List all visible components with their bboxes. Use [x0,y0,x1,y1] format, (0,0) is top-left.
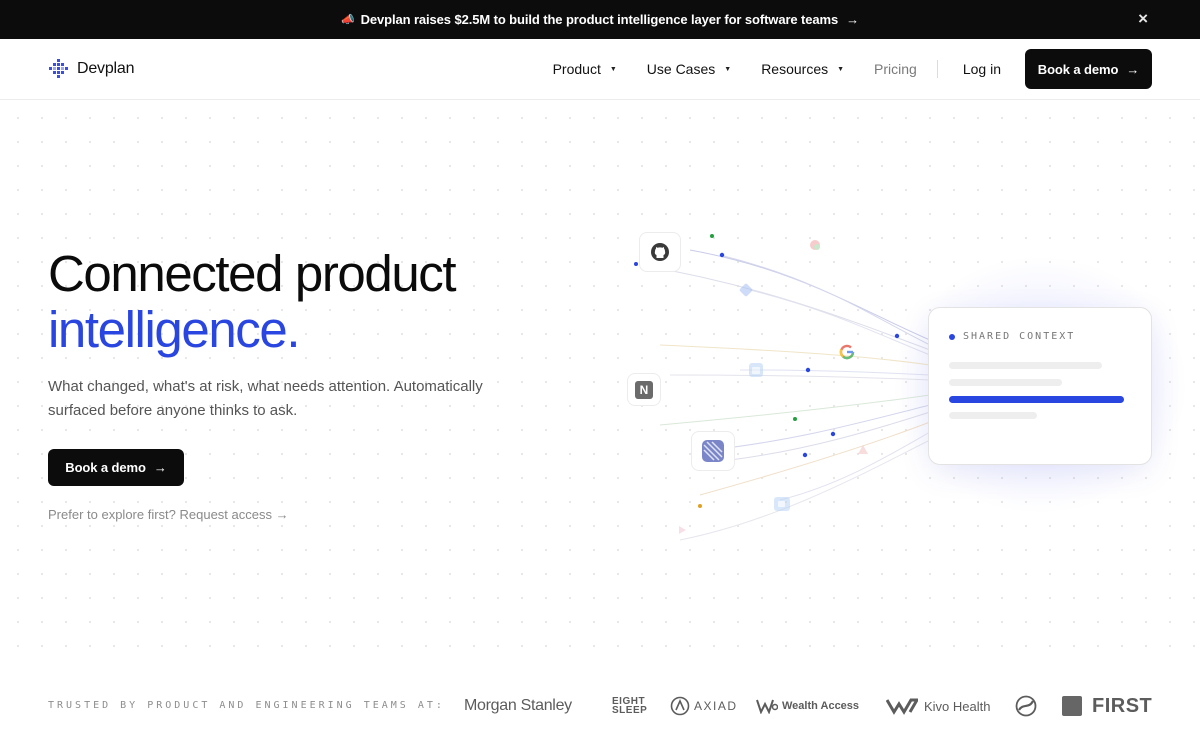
wealth-access-logo: Wealth Access [756,690,859,722]
nav-divider [936,60,938,78]
chevron-down-icon: ▼ [609,65,617,73]
placeholder-line [949,412,1037,419]
drive-icon [679,526,686,534]
axiad-logo: AXIAD [670,690,738,722]
nav-item-label: Use Cases [646,61,716,77]
figma-icon [810,240,820,250]
shared-context-card: SHARED CONTEXT [928,307,1152,465]
hero-book-demo-button[interactable]: Book a demo → [48,449,184,486]
morgan-stanley-logo: Morgan Stanley [464,697,572,714]
chevron-down-icon: ▼ [837,65,845,73]
nav-links: Product ▼ Use Cases ▼ Resources ▼ Pricin… [553,49,1152,89]
slack-icon [858,445,868,454]
nav-item-label: Product [552,61,601,77]
nav-item-label: Resources [761,61,829,77]
close-announcement-button[interactable]: × [1138,10,1148,27]
kivo-health-text: Kivo Health [924,698,991,714]
brand-name: Devplan [77,60,135,77]
request-access-link[interactable]: Prefer to explore first? Request access … [48,507,289,522]
nav-item-pricing[interactable]: Pricing [874,61,917,77]
google-icon [839,344,855,360]
wealth-access-text: Wealth Access [782,700,860,712]
first-square-icon [1062,696,1082,716]
calendar-icon [749,363,763,377]
eight-sleep-line-2: SLEEP [612,705,648,716]
axiad-text: AXIAD [694,699,738,713]
trusted-by-label: TRUSTED BY PRODUCT AND ENGINEERING TEAMS… [48,700,445,711]
linear-tile [691,431,735,471]
axiad-mark-icon [670,696,690,716]
first-logo: FIRST [1062,690,1152,722]
book-demo-button[interactable]: Book a demo → [1025,49,1152,89]
placeholder-line [949,379,1062,386]
kivo-health-logo: Kivo Health [886,690,990,722]
nav-item-use-cases[interactable]: Use Cases ▼ [647,61,731,77]
login-link[interactable]: Log in [963,61,1001,77]
brand-logo[interactable]: Devplan [48,59,135,79]
eight-sleep-logo: EIGHT SLEEP [612,690,647,722]
shared-context-label: SHARED CONTEXT [963,331,1076,342]
announcement-text[interactable]: Devplan raises $2.5M to build the produc… [361,12,839,27]
arrow-right-icon: → [153,460,167,475]
zoom-icon [774,497,790,511]
placeholder-line [949,362,1102,369]
circle-swirl-icon [1015,695,1037,717]
kivo-mark-icon [886,698,918,715]
github-icon [651,243,669,261]
button-label: Book a demo [65,460,146,475]
notion-tile: N [627,373,661,406]
hero-title-line-1: Connected product [48,245,457,302]
wealth-access-mark-icon [756,699,778,714]
highlight-line [949,396,1124,403]
top-nav: Devplan Product ▼ Use Cases ▼ Resources … [0,39,1200,100]
first-text: FIRST [1092,694,1153,717]
announcement-arrow-icon: → [846,12,860,27]
button-label: Book a demo [1037,61,1119,77]
arrow-right-icon: → [1126,61,1140,77]
hero-title-accent: intelligence. [48,301,301,358]
nav-item-resources[interactable]: Resources ▼ [761,61,844,77]
megaphone-icon: 📣 [340,14,355,26]
linear-icon [702,440,724,462]
nav-item-product[interactable]: Product ▼ [553,61,617,77]
chevron-down-icon: ▼ [724,65,732,73]
github-tile [639,232,681,272]
status-dot [949,334,955,340]
hero-subtitle: What changed, what's at risk, what needs… [48,378,483,419]
circle-brand-logo [1015,690,1037,722]
jira-icon [739,283,753,297]
notion-icon: N [635,380,653,399]
customer-logos: Morgan Stanley EIGHT SLEEP AXIAD Wealth … [464,690,1154,722]
announcement-bar[interactable]: 📣 Devplan raises $2.5M to build the prod… [0,0,1200,39]
hero-title: Connected product intelligence. [48,245,457,358]
devplan-logo-icon [49,59,68,78]
